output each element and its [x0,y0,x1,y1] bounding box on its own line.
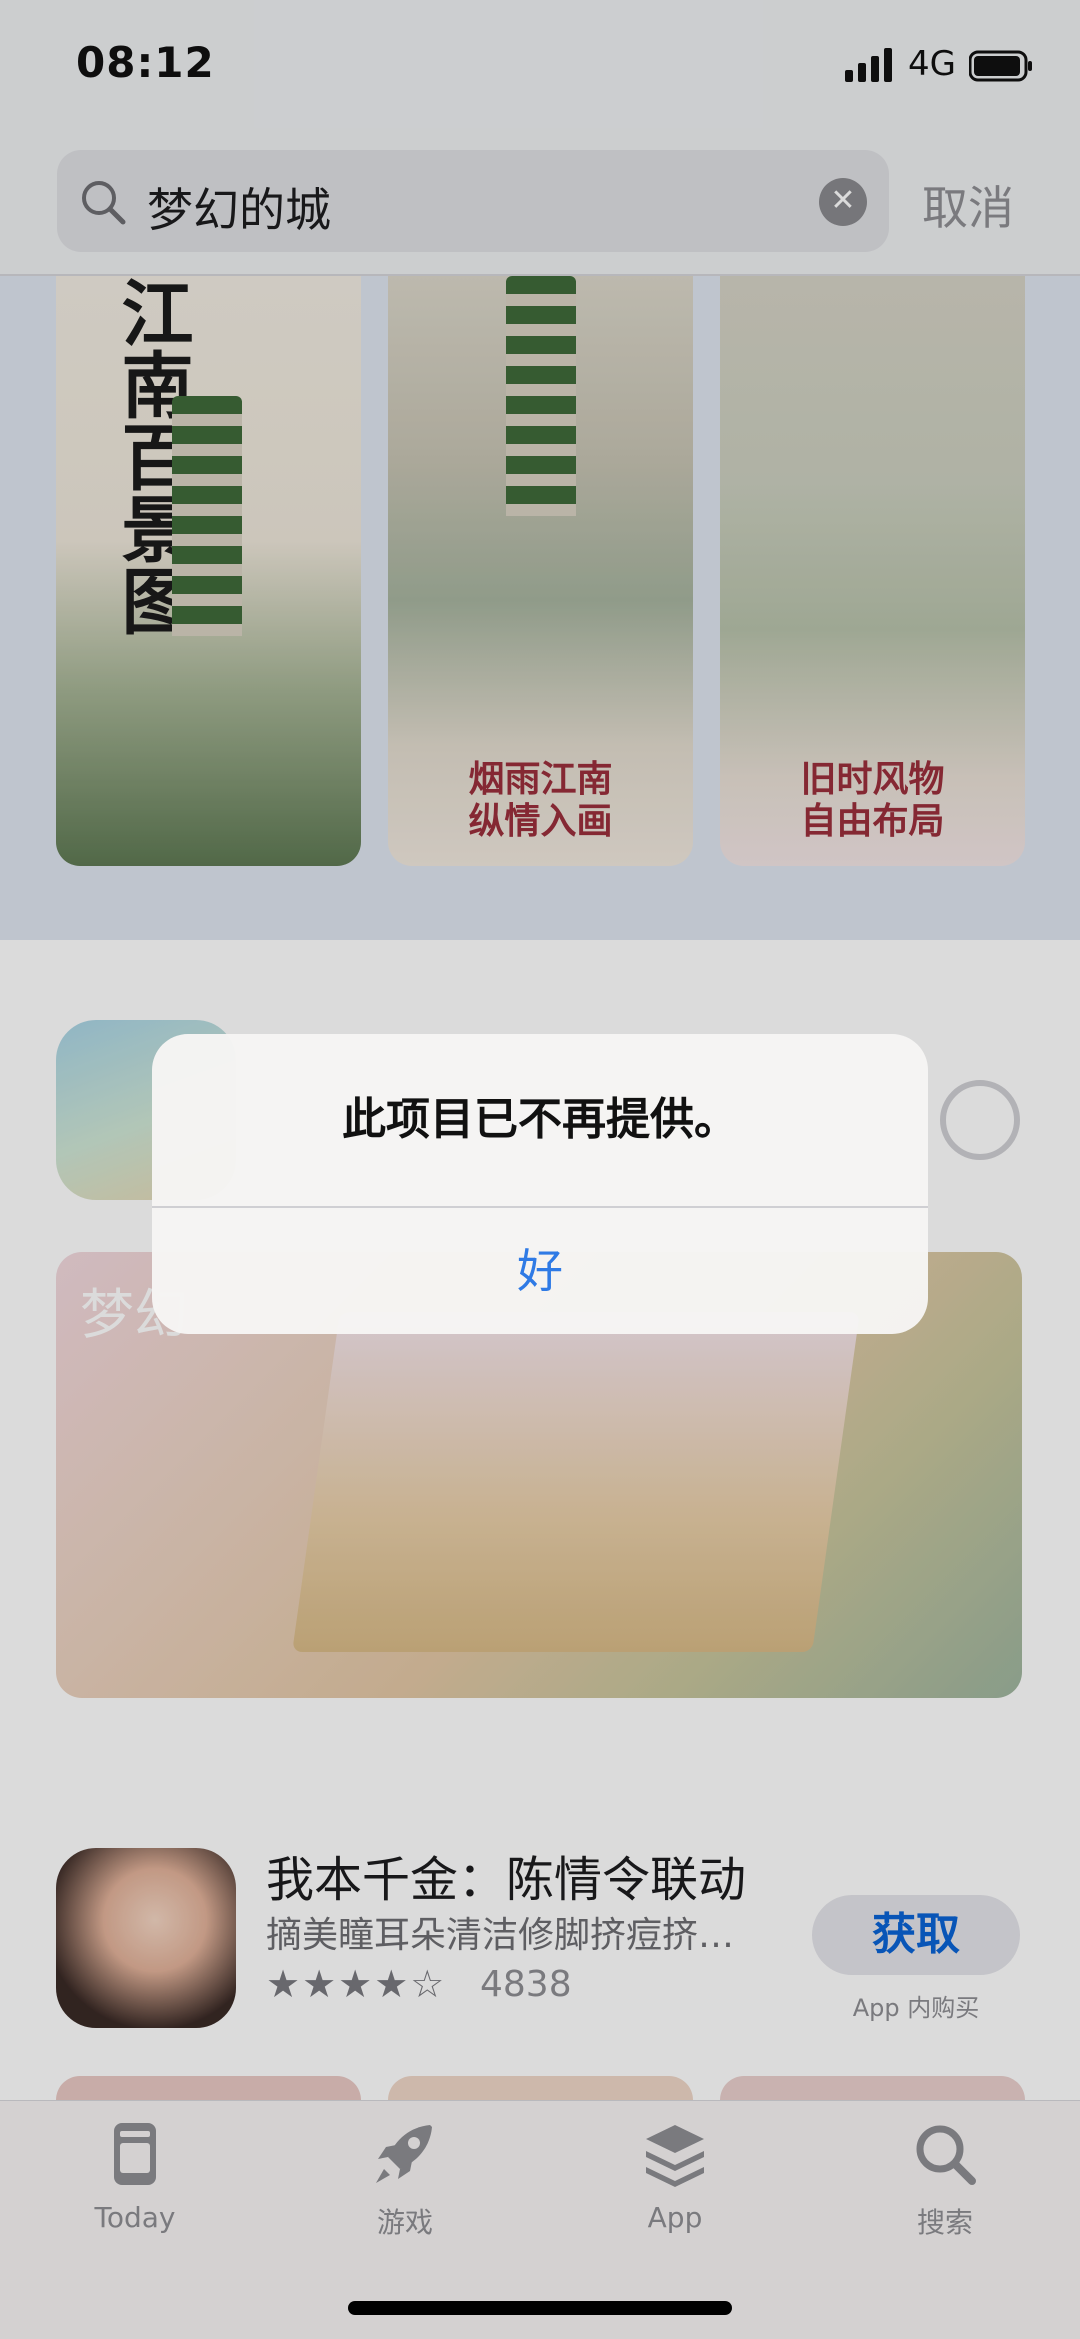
alert-ok-button[interactable]: 好 [152,1208,928,1334]
alert-message: 此项目已不再提供。 [342,1094,738,1145]
app-store-search-page: 08:12 4G 梦幻的城 ✕ 取消 江南百景图 烟雨江南 纵情入画 旧时风物 … [0,0,1080,2339]
alert-dialog: 此项目已不再提供。 好 [152,1034,928,1334]
